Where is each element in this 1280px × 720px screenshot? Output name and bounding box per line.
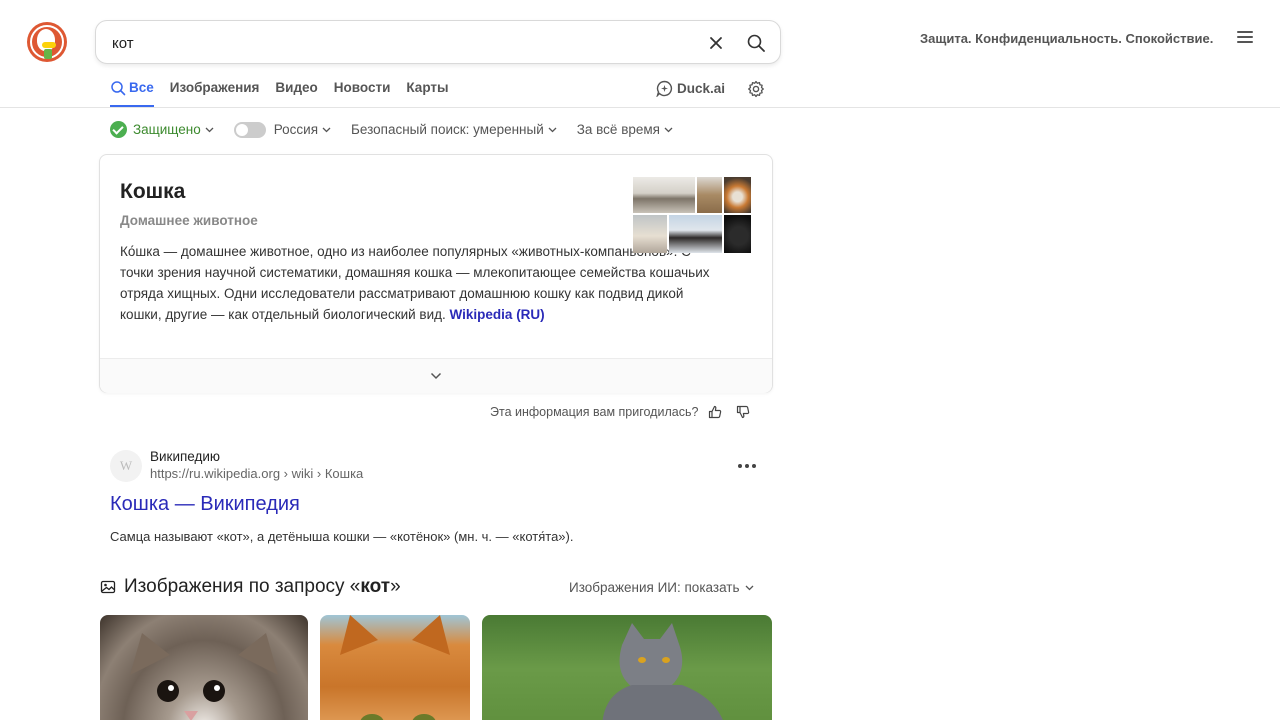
cat-thumbnail[interactable] — [724, 177, 751, 213]
cat-thumbnail[interactable] — [633, 215, 667, 253]
thumbs-down-icon[interactable] — [736, 405, 750, 419]
result-title-link[interactable]: Кошка — Википедия — [110, 493, 300, 516]
result-snippet: Самца называют «кот», а детёныша кошки —… — [110, 529, 574, 544]
duckai-label: Duck.ai — [677, 81, 726, 96]
chevron-down-icon — [430, 372, 442, 380]
chevron-down-icon — [548, 127, 557, 132]
search-input[interactable] — [112, 32, 672, 54]
filter-bar: Защищено Россия Безопасный поиск: умерен… — [110, 121, 693, 138]
result-site-name: Википедию — [150, 449, 221, 464]
knowledge-subtitle: Домашнее животное — [120, 213, 258, 228]
feedback-question: Эта информация вам пригодилась? — [490, 405, 699, 419]
images-heading-prefix: Изображения по запросу « — [124, 576, 361, 597]
safe-search-label: Безопасный поиск: умеренный — [351, 122, 544, 137]
search-icon — [111, 81, 126, 96]
cat-image-result[interactable] — [100, 615, 308, 720]
image-icon — [100, 580, 116, 594]
knowledge-title: Кошка — [120, 180, 186, 203]
result-url[interactable]: https://ru.wikipedia.org › wiki › Кошка — [150, 466, 363, 481]
gear-icon[interactable] — [747, 80, 765, 98]
time-label: За всё время — [576, 122, 660, 137]
search-icon[interactable] — [746, 33, 766, 53]
tab-news[interactable]: Новости — [334, 80, 391, 107]
clear-icon[interactable] — [706, 33, 726, 53]
cat-thumbnail[interactable] — [669, 215, 722, 253]
tab-all-label: Все — [129, 80, 154, 95]
feedback-prompt: Эта информация вам пригодилась? — [490, 405, 750, 419]
header-divider — [0, 107, 1280, 108]
expand-panel-button[interactable] — [100, 358, 772, 393]
tab-maps[interactable]: Карты — [406, 80, 448, 107]
tab-images-label: Изображения — [169, 80, 260, 95]
safe-search-filter[interactable]: Безопасный поиск: умеренный — [351, 122, 557, 137]
cat-image-result[interactable] — [320, 615, 470, 720]
protection-filter[interactable]: Защищено — [110, 121, 214, 138]
cat-face — [130, 633, 278, 720]
chevron-down-icon — [664, 127, 673, 132]
cat-thumbnail[interactable] — [697, 177, 722, 213]
shield-check-icon — [110, 121, 127, 138]
thumbs-up-icon[interactable] — [708, 405, 722, 419]
search-tabs: Все Изображения Видео Новости Карты — [110, 80, 465, 107]
knowledge-image-grid[interactable] — [633, 177, 751, 253]
cat-figure — [602, 623, 723, 720]
logo-tie — [44, 49, 52, 59]
chat-bubble-icon — [656, 80, 673, 97]
cat-face — [340, 615, 450, 720]
region-toggle[interactable] — [233, 121, 266, 138]
wikipedia-source-link[interactable]: Wikipedia (RU) — [450, 307, 545, 322]
protection-label: Защищено — [133, 122, 201, 137]
tab-news-label: Новости — [333, 80, 391, 95]
tab-all[interactable]: Все — [110, 80, 154, 107]
hamburger-menu-icon[interactable] — [1237, 31, 1253, 45]
images-heading-query: кот — [360, 576, 391, 597]
tab-images[interactable]: Изображения — [170, 80, 260, 107]
chevron-down-icon — [745, 585, 753, 590]
knowledge-description-text: Ко́шка — домашнее животное, одно из наиб… — [120, 244, 710, 322]
chevron-down-icon — [205, 127, 214, 132]
wikipedia-favicon: W — [110, 450, 142, 482]
cat-thumbnail[interactable] — [633, 177, 695, 213]
knowledge-description: Ко́шка — домашнее животное, одно из наиб… — [120, 241, 720, 325]
ai-images-label: Изображения ИИ: показать — [569, 580, 740, 595]
images-section-heading: Изображения по запросу «кот» — [100, 576, 401, 598]
tagline: Защита. Конфиденциальность. Спокойствие. — [920, 31, 1214, 46]
tab-video-label: Видео — [275, 80, 318, 95]
region-filter[interactable]: Россия — [233, 121, 331, 138]
time-filter[interactable]: За всё время — [577, 122, 673, 137]
more-options-icon[interactable] — [738, 464, 756, 470]
tab-video[interactable]: Видео — [275, 80, 317, 107]
region-label: Россия — [273, 122, 319, 137]
duckai-link[interactable]: Duck.ai — [656, 80, 725, 97]
images-heading-suffix: » — [390, 576, 401, 597]
cat-thumbnail[interactable] — [724, 215, 751, 253]
chevron-down-icon — [322, 127, 331, 132]
logo-beak — [42, 42, 56, 48]
tab-maps-label: Карты — [406, 80, 449, 95]
knowledge-panel: Кошка Домашнее животное Ко́шка — домашне… — [99, 154, 773, 393]
ai-images-toggle[interactable]: Изображения ИИ: показать — [569, 580, 754, 595]
duckduckgo-logo[interactable] — [27, 22, 67, 62]
search-bar — [95, 20, 781, 64]
cat-image-result[interactable] — [482, 615, 772, 720]
